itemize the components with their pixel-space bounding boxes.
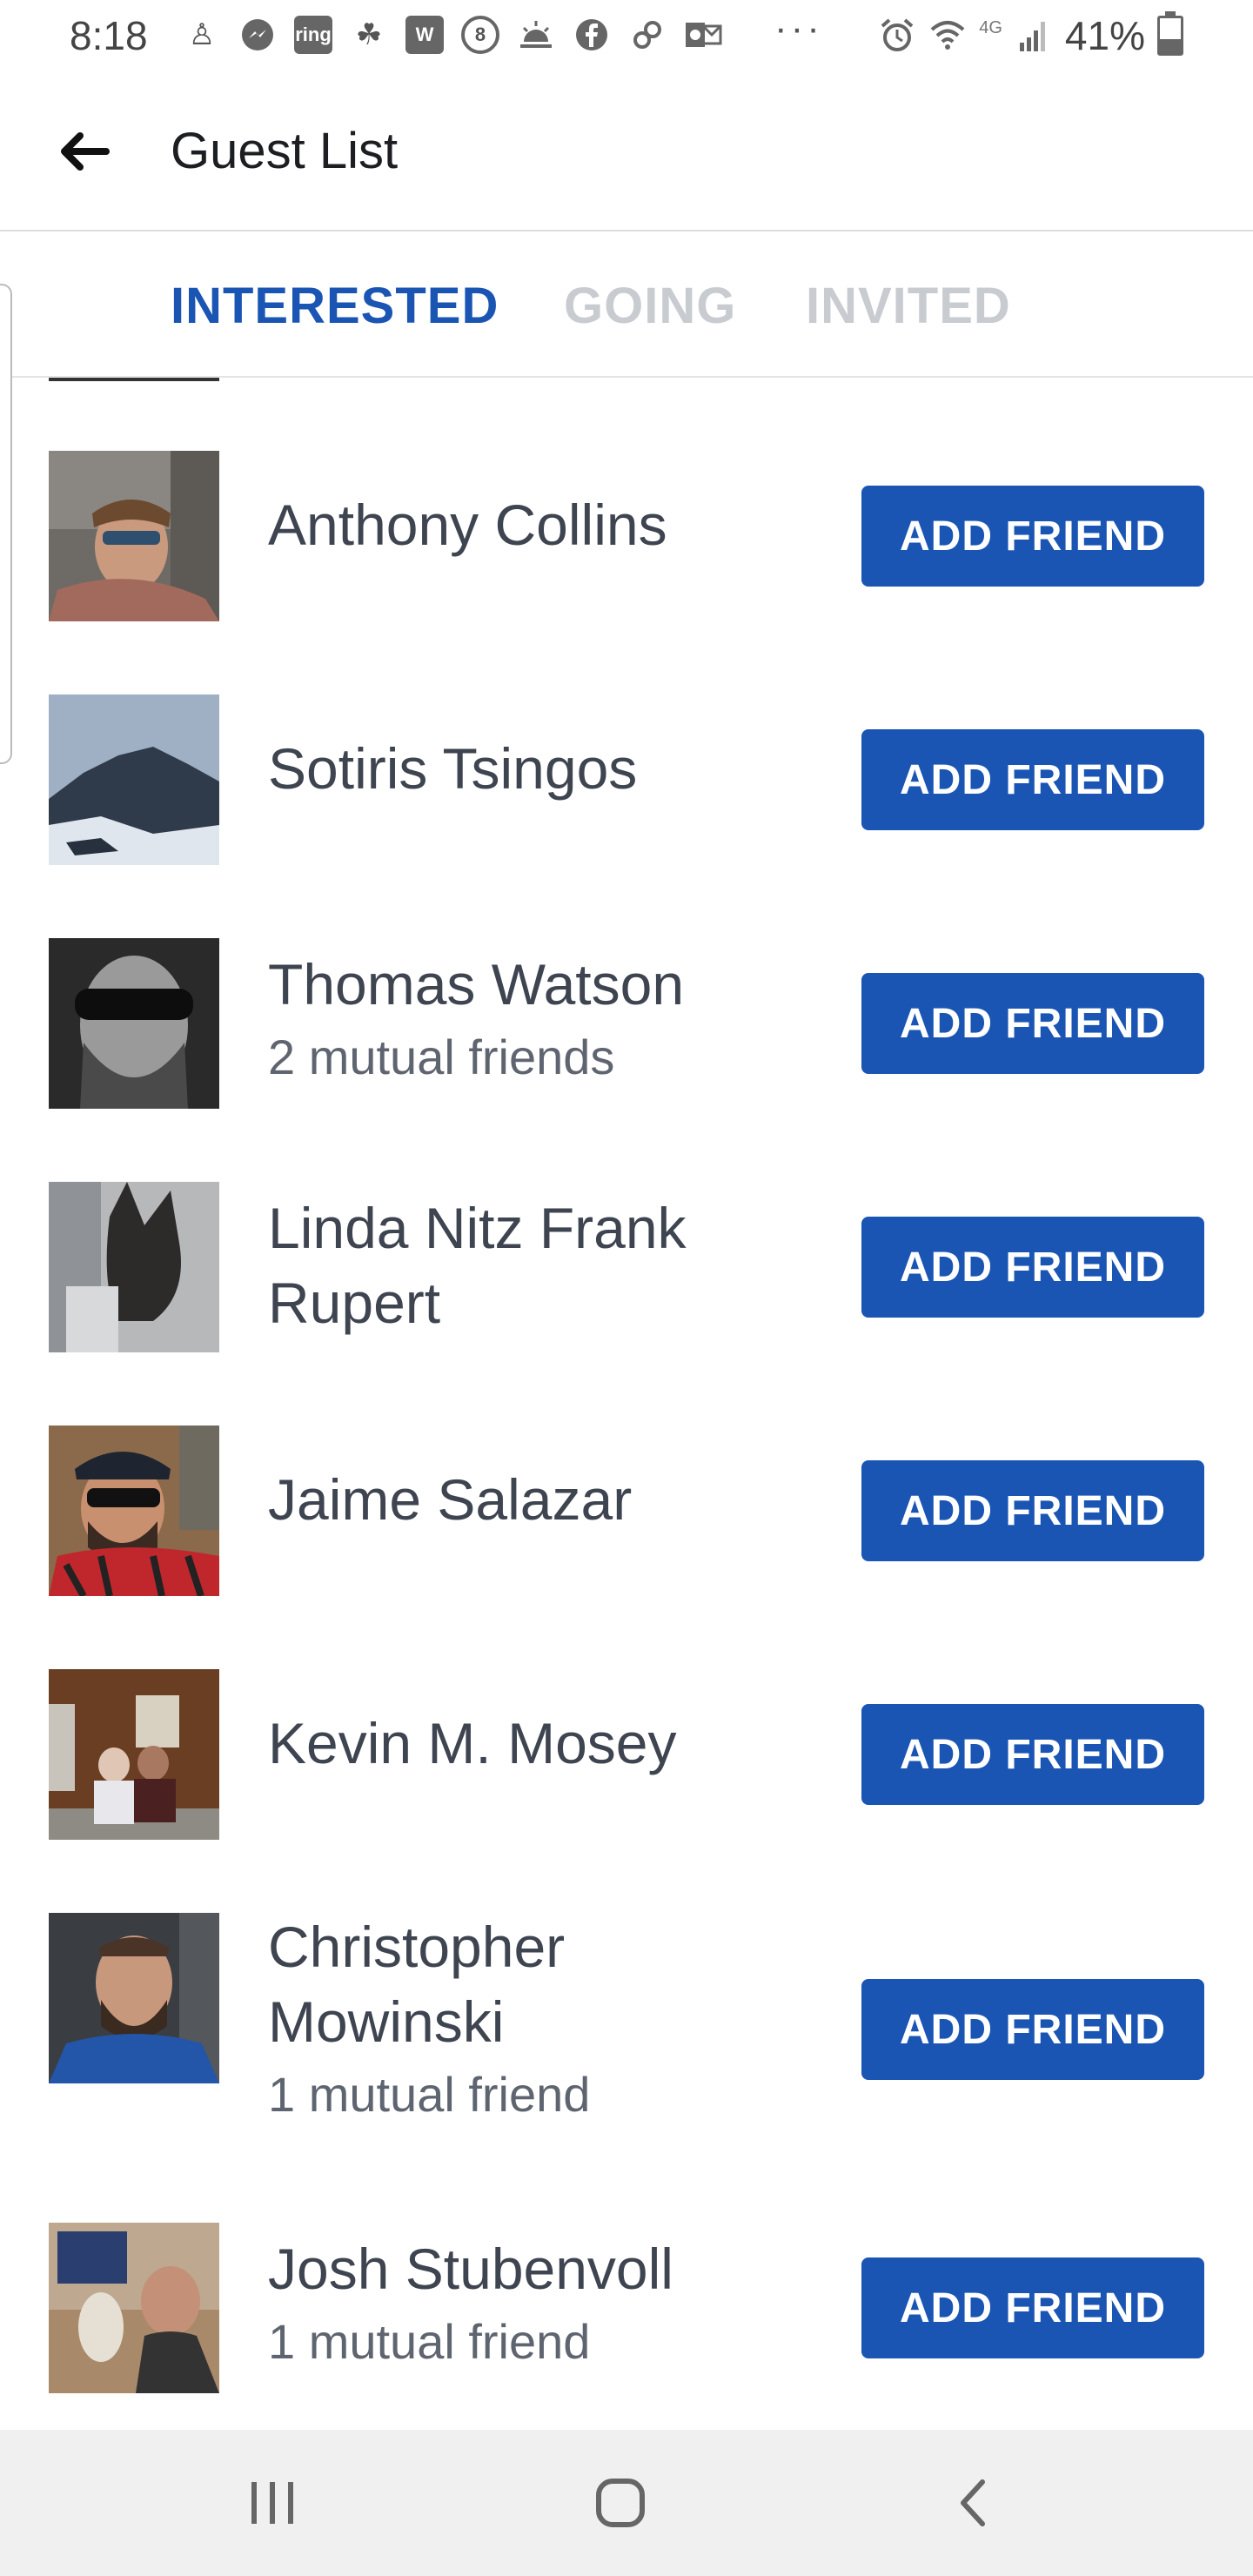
avatar[interactable]: [49, 2223, 219, 2393]
accessibility-icon: ♙: [188, 18, 216, 51]
guest-text: Kevin M. Mosey: [268, 1706, 807, 1781]
guest-name[interactable]: Christopher Mowinski: [268, 1909, 807, 2059]
sunrise-icon: [517, 16, 555, 54]
partial-avatar: [49, 378, 219, 381]
back-button[interactable]: [49, 117, 118, 186]
guest-name[interactable]: Jaime Salazar: [268, 1462, 807, 1537]
w-icon: W: [405, 16, 444, 54]
eight-icon: 8: [461, 16, 499, 54]
list-item: Thomas Watson 2 mutual friends ADD FRIEN…: [0, 938, 1253, 1109]
paw-icon: ☘: [355, 18, 383, 51]
list-item: Christopher Mowinski 1 mutual friend ADD…: [0, 1913, 1253, 2122]
recent-apps-button[interactable]: [233, 2468, 312, 2538]
guest-text: Anthony Collins: [268, 487, 807, 562]
home-button[interactable]: [581, 2468, 660, 2538]
guest-text: Sotiris Tsingos: [268, 731, 807, 806]
guest-text: Christopher Mowinski 1 mutual friend: [268, 1909, 807, 2130]
home-icon: [596, 2479, 645, 2527]
mutual-friends[interactable]: 1 mutual friend: [268, 2306, 807, 2378]
status-bar: 8:18 ♙ ring ☘ W 8 ··· 4G 41%: [0, 0, 1253, 73]
network-type: 4G: [979, 17, 1002, 37]
mutual-friends[interactable]: 2 mutual friends: [268, 1022, 807, 1093]
tab-invited[interactable]: INVITED: [806, 277, 1011, 335]
more-notifications-icon: ···: [774, 7, 823, 50]
avatar[interactable]: [49, 1182, 219, 1352]
guest-name[interactable]: Thomas Watson: [268, 947, 807, 1022]
status-time: 8:18: [70, 13, 148, 58]
add-friend-button[interactable]: ADD FRIEND: [861, 486, 1204, 587]
list-item: Anthony Collins ADD FRIEND: [0, 451, 1253, 621]
add-friend-button[interactable]: ADD FRIEND: [861, 729, 1204, 830]
list-item: Kevin M. Mosey ADD FRIEND: [0, 1669, 1253, 1840]
battery-icon: [1157, 11, 1183, 56]
guest-name[interactable]: Anthony Collins: [268, 487, 807, 562]
guest-name[interactable]: Sotiris Tsingos: [268, 731, 807, 806]
list-item: Josh Stubenvoll 1 mutual friend ADD FRIE…: [0, 2223, 1253, 2393]
chevron-left-icon: [961, 2479, 985, 2526]
add-friend-button[interactable]: ADD FRIEND: [861, 1460, 1204, 1561]
status-right: 4G 41%: [878, 11, 1183, 59]
ring-icon: ring: [294, 16, 332, 54]
back-arrow-icon: [61, 132, 110, 171]
facebook-icon: [573, 16, 611, 54]
tab-going[interactable]: GOING: [564, 277, 736, 335]
system-back-button[interactable]: [933, 2468, 1011, 2538]
alarm-icon: [878, 17, 916, 55]
add-friend-button[interactable]: ADD FRIEND: [861, 2257, 1204, 2358]
wifi-icon: [928, 17, 967, 55]
system-nav-bar: [0, 2430, 1253, 2576]
add-friend-button[interactable]: ADD FRIEND: [861, 1979, 1204, 2080]
tab-bar: INTERESTED GOING INVITED: [0, 231, 1253, 378]
page-title: Guest List: [171, 123, 399, 179]
add-friend-button[interactable]: ADD FRIEND: [861, 1704, 1204, 1805]
add-friend-button[interactable]: ADD FRIEND: [861, 973, 1204, 1074]
avatar[interactable]: [49, 1669, 219, 1840]
list-item: Linda Nitz Frank Rupert ADD FRIEND: [0, 1182, 1253, 1352]
guest-text: Jaime Salazar: [268, 1462, 807, 1537]
add-friend-button[interactable]: ADD FRIEND: [861, 1217, 1204, 1318]
link-icon: [628, 16, 667, 54]
tab-interested[interactable]: INTERESTED: [171, 277, 499, 335]
avatar[interactable]: [49, 1913, 219, 2083]
guest-name[interactable]: Josh Stubenvoll: [268, 2231, 807, 2306]
guest-name[interactable]: Linda Nitz Frank Rupert: [268, 1191, 807, 1340]
list-item: Sotiris Tsingos ADD FRIEND: [0, 694, 1253, 865]
guest-text: Linda Nitz Frank Rupert: [268, 1191, 807, 1340]
signal-icon: [1015, 17, 1053, 55]
avatar[interactable]: [49, 451, 219, 621]
avatar[interactable]: [49, 1426, 219, 1596]
avatar[interactable]: [49, 938, 219, 1109]
avatar[interactable]: [49, 694, 219, 865]
recent-apps-icon: [251, 2482, 293, 2524]
guest-name[interactable]: Kevin M. Mosey: [268, 1706, 807, 1781]
messenger-icon: [238, 16, 277, 54]
outlook-icon: [684, 16, 722, 54]
guest-text: Josh Stubenvoll 1 mutual friend: [268, 2231, 807, 2378]
app-bar: Guest List: [0, 73, 1253, 231]
mutual-friends[interactable]: 1 mutual friend: [268, 2059, 807, 2130]
battery-percent: 41%: [1064, 13, 1145, 58]
notification-icons: ♙ ring ☘ W 8: [183, 16, 722, 54]
guest-text: Thomas Watson 2 mutual friends: [268, 947, 807, 1093]
list-item: Jaime Salazar ADD FRIEND: [0, 1426, 1253, 1596]
